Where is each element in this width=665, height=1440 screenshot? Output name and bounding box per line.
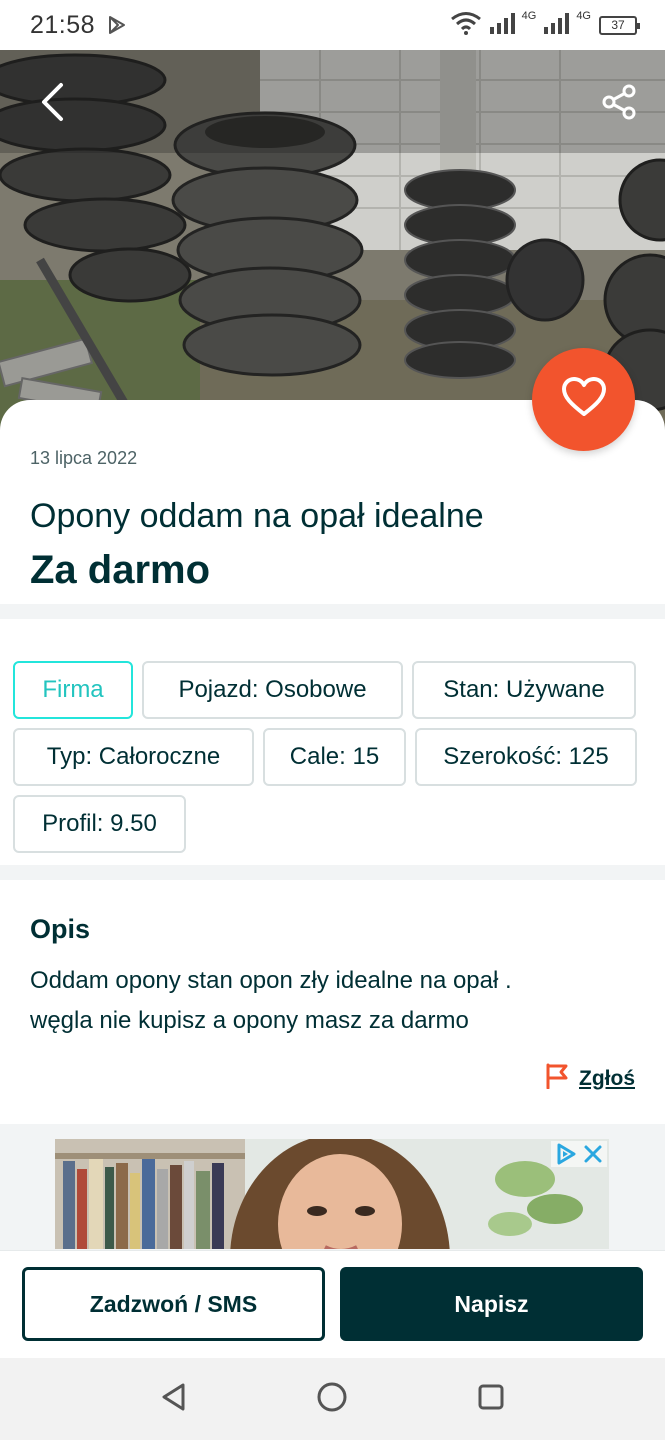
listing-title: Opony oddam na opał idealne	[30, 497, 484, 535]
param-chip-type: Typ: Całoroczne	[13, 728, 254, 786]
system-back-button[interactable]	[155, 1380, 193, 1418]
description-heading: Opis	[30, 914, 91, 944]
share-button[interactable]	[597, 80, 641, 124]
ad-close-icon[interactable]	[583, 1144, 603, 1164]
advertisement[interactable]	[55, 1139, 609, 1249]
report-label: Zgłoś	[579, 1066, 635, 1090]
status-bar: 21:58 4G 4G 37	[0, 0, 665, 50]
ad-image	[55, 1139, 609, 1249]
system-home-button[interactable]	[313, 1380, 351, 1418]
param-chip-profile: Profil: 9.50	[13, 795, 186, 853]
play-store-icon	[107, 15, 127, 35]
description-body: Oddam opony stan opon zły idealne na opa…	[30, 961, 635, 1041]
param-chip-business[interactable]: Firma	[13, 661, 133, 719]
param-chip-width: Szerokość: 125	[415, 728, 637, 786]
system-nav-bar	[0, 1358, 665, 1440]
network-type-1: 4G	[521, 10, 537, 22]
listing-params: Firma Pojazd: Osobowe Stan: Używane Typ:…	[0, 619, 665, 865]
favorite-button[interactable]	[532, 348, 635, 451]
signal-icon	[489, 12, 518, 39]
listing-date: 13 lipca 2022	[30, 448, 138, 468]
listing-price: Za darmo	[30, 548, 211, 592]
wifi-icon	[450, 11, 482, 40]
triangle-back-icon	[159, 1382, 189, 1417]
param-chip-vehicle: Pojazd: Osobowe	[142, 661, 403, 719]
flag-icon	[545, 1063, 569, 1094]
system-recents-button[interactable]	[472, 1380, 510, 1418]
square-recents-icon	[476, 1382, 506, 1417]
description-line: węgla nie kupisz a opony masz za darmo	[30, 1007, 469, 1034]
back-button[interactable]	[30, 80, 74, 124]
signal-icon-2	[544, 12, 572, 39]
call-sms-button[interactable]: Zadzwoń / SMS	[22, 1267, 325, 1341]
circle-home-icon	[316, 1381, 348, 1418]
contact-bar: Zadzwoń / SMS Napisz	[0, 1250, 665, 1358]
description-line: Oddam opony stan opon zły idealne na opa…	[30, 967, 512, 994]
description-section: Opis Oddam opony stan opon zły idealne n…	[0, 880, 665, 1124]
status-icons: 4G 4G 37	[450, 10, 640, 40]
message-button[interactable]: Napisz	[340, 1267, 643, 1341]
status-time: 21:58	[30, 10, 96, 39]
chevron-left-icon	[39, 82, 65, 122]
battery-level: 37	[611, 18, 625, 32]
adchoices-icon[interactable]	[555, 1143, 577, 1165]
ad-controls	[551, 1141, 607, 1167]
report-link[interactable]: Zgłoś	[545, 1063, 635, 1094]
share-icon	[600, 83, 638, 121]
param-chip-condition: Stan: Używane	[412, 661, 636, 719]
network-type-2: 4G	[576, 10, 591, 22]
battery-icon: 37	[599, 15, 640, 35]
param-chip-size: Cale: 15	[263, 728, 406, 786]
heart-icon	[561, 376, 607, 423]
photo-top-overlay	[0, 50, 665, 153]
